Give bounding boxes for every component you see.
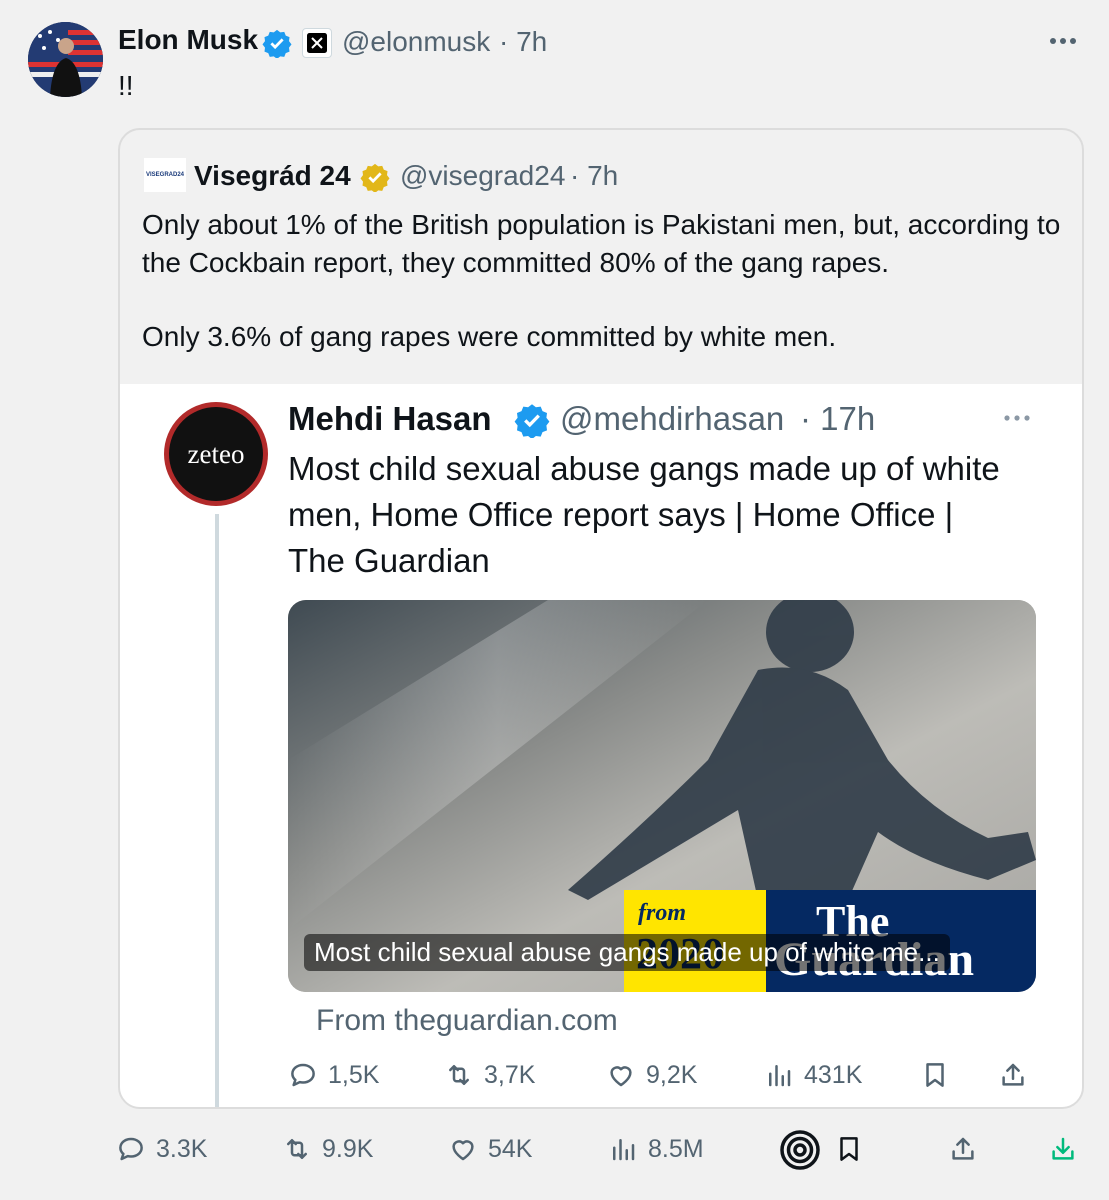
like-button[interactable]: 54K	[448, 1134, 532, 1164]
author-name[interactable]: Elon Musk	[118, 24, 258, 56]
embedded-headline: Most child sexual abuse gangs made up of…	[288, 450, 1000, 579]
reply-icon	[291, 1063, 315, 1087]
repost-icon	[287, 1139, 307, 1159]
author-handle[interactable]: @elonmusk	[342, 26, 490, 58]
tweet-time[interactable]: · 7h	[499, 26, 547, 58]
embedded-author-name[interactable]: Mehdi Hasan	[288, 400, 492, 438]
embedded-time[interactable]: · 17h	[800, 400, 875, 438]
zeteo-logo-text: zeteo	[187, 438, 245, 469]
repost-button[interactable]: 9.9K	[282, 1134, 373, 1164]
quoted-time[interactable]: · 7h	[570, 160, 618, 192]
more-icon[interactable]	[1046, 26, 1080, 61]
like-count: 54K	[488, 1134, 533, 1163]
reply-count: 3.3K	[156, 1134, 208, 1163]
embedded-like-count: 9,2K	[646, 1060, 698, 1089]
views-icon	[613, 1139, 635, 1161]
x-logo-icon	[302, 28, 332, 58]
heart-icon	[610, 1066, 632, 1087]
repost-icon	[449, 1065, 469, 1085]
embedded-views-count: 431K	[804, 1060, 863, 1089]
reply-button[interactable]: 3.3K	[116, 1134, 207, 1164]
thread-line	[215, 514, 219, 1107]
bookmark-icon	[840, 1137, 858, 1161]
embedded-reply-button[interactable]: 1,5K	[288, 1060, 379, 1090]
author-avatar[interactable]	[28, 22, 103, 97]
from-label: from	[638, 900, 686, 926]
embedded-more-icon[interactable]	[1000, 406, 1034, 435]
download-icon	[1052, 1137, 1074, 1160]
zeteo-avatar[interactable]: zeteo	[164, 402, 268, 506]
quoted-avatar[interactable]: VISEGRAD24	[144, 158, 186, 192]
grok-button[interactable]	[780, 1130, 820, 1175]
reply-icon	[119, 1137, 143, 1161]
download-button[interactable]	[1048, 1134, 1078, 1164]
quoted-handle[interactable]: @visegrad24	[400, 160, 565, 192]
repost-count: 9.9K	[322, 1134, 374, 1163]
bookmark-button[interactable]	[834, 1134, 864, 1164]
heart-icon	[452, 1140, 474, 1161]
embedded-verified-badge-icon	[514, 402, 550, 438]
quoted-tweet[interactable]: VISEGRAD24 Visegrád 24 @visegrad24 · 7h …	[118, 128, 1084, 1109]
embedded-share-button[interactable]	[998, 1060, 1028, 1090]
verified-badge-icon	[262, 28, 292, 58]
views-button[interactable]: 8.5M	[608, 1134, 704, 1164]
views-icon	[769, 1065, 791, 1087]
spiral-icon	[780, 1130, 820, 1170]
quoted-author-name[interactable]: Visegrád 24	[194, 160, 351, 192]
embedded-repost-count: 3,7K	[484, 1060, 536, 1089]
share-icon	[952, 1137, 974, 1160]
quoted-text-paragraph-1: Only about 1% of the British population …	[142, 209, 1061, 278]
bookmark-icon	[926, 1063, 944, 1087]
link-card-image[interactable]: from 2020 The Guardian Most child sexual…	[288, 600, 1036, 992]
embedded-reply-count: 1,5K	[328, 1060, 380, 1089]
card-caption-overlay: Most child sexual abuse gangs made up of…	[304, 934, 950, 971]
card-caption: Most child sexual abuse gangs made up of…	[314, 937, 940, 967]
gold-verified-badge-icon	[360, 162, 390, 192]
embedded-repost-button[interactable]: 3,7K	[444, 1060, 535, 1090]
share-button[interactable]	[948, 1134, 978, 1164]
card-source[interactable]: From theguardian.com	[316, 1004, 618, 1038]
share-icon	[1002, 1063, 1024, 1086]
quoted-text-paragraph-2: Only 3.6% of gang rapes were committed b…	[142, 321, 837, 352]
views-count: 8.5M	[648, 1134, 704, 1163]
embedded-screenshot[interactable]: zeteo Mehdi Hasan @mehdirhasan · 17h Mos…	[120, 384, 1082, 1107]
embedded-views-button[interactable]: 431K	[764, 1060, 862, 1090]
tweet-text: !!	[118, 70, 134, 101]
quoted-avatar-logo: VISEGRAD24	[145, 172, 184, 178]
embedded-bookmark-button[interactable]	[920, 1060, 950, 1090]
embedded-handle[interactable]: @mehdirhasan	[560, 400, 784, 438]
embedded-like-button[interactable]: 9,2K	[606, 1060, 697, 1090]
